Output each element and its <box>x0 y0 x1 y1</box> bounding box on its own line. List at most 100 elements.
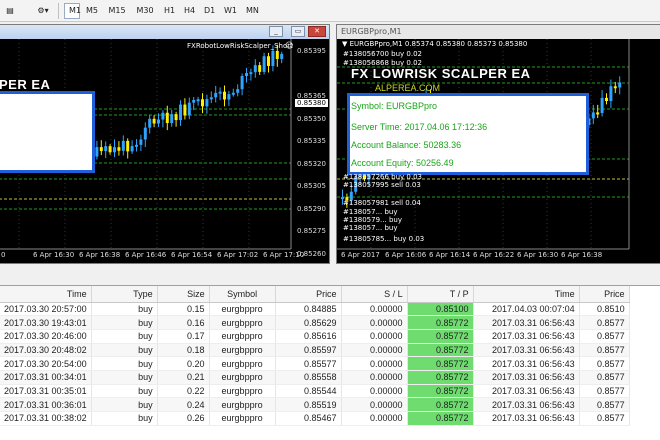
maximize-button[interactable]: ▭ <box>291 26 305 37</box>
candle-body <box>600 97 604 113</box>
template-dropdown-icon[interactable]: ⚙▾ <box>34 3 52 19</box>
candle-body <box>165 112 169 124</box>
table-cell: buy <box>91 343 158 358</box>
ea-title-right: FX LOWRISK SCALPER EA <box>351 66 531 81</box>
column-header-time[interactable]: Time <box>473 286 580 303</box>
table-row[interactable]: 2017.03.31 00:36:01 buy 0.24 eurgbppro 0.855… <box>0 397 630 412</box>
table-cell: eurgbppro <box>209 329 276 344</box>
table-row[interactable]: 2017.03.31 00:38:02 buy 0.26 eurgbppro 0.854… <box>0 411 630 426</box>
table-cell: 2017.03.31 06:56:43 <box>473 343 580 358</box>
timeframe-m1[interactable]: M1 <box>64 3 81 19</box>
candle-body <box>262 56 266 72</box>
candle-body <box>271 50 275 66</box>
timeframe-w1[interactable]: W1 <box>220 3 240 19</box>
candle-body <box>121 140 125 151</box>
chart-type-icon[interactable]: ▤ <box>2 3 18 19</box>
time-scale-label: 6 Apr 16:30 <box>33 251 75 259</box>
table-row[interactable]: 2017.03.30 20:48:02 buy 0.18 eurgbppro 0.855… <box>0 343 630 358</box>
table-cell: 0.8577 <box>579 370 630 385</box>
table-cell: eurgbppro <box>209 315 276 330</box>
time-scale-label: 6 Apr 17:02 <box>217 251 259 259</box>
column-header-type[interactable]: Type <box>91 286 158 303</box>
price-scale-label: 0.85335 <box>297 137 326 145</box>
table-cell: 0.24 <box>157 397 210 412</box>
timeframe-h1[interactable]: H1 <box>160 3 178 19</box>
price-scale-label: 0.85290 <box>297 204 326 213</box>
time-scale-label: 6 Apr 16:38 <box>561 251 603 259</box>
timeframe-h4[interactable]: H4 <box>180 3 198 19</box>
table-cell: 0.85544 <box>275 384 342 399</box>
chart-plot-left[interactable]: FXRobotLowRiskScalper_Short ☺ PER EA 0.8… <box>0 39 329 263</box>
timeframe-mn[interactable]: MN <box>242 3 262 19</box>
column-header-price[interactable]: Price <box>275 286 342 303</box>
table-cell: 2017.03.30 20:54:00 <box>0 356 92 371</box>
table-cell: 0.85616 <box>275 329 342 344</box>
table-cell: 0.15 <box>157 302 210 317</box>
table-cell: 0.85772 <box>407 411 474 426</box>
table-cell: 0.00000 <box>341 397 408 412</box>
table-row[interactable]: 2017.03.31 00:35:01 buy 0.22 eurgbppro 0.855… <box>0 384 630 399</box>
table-cell: 0.8577 <box>579 356 630 371</box>
table-cell: 0.00000 <box>341 356 408 371</box>
table-row[interactable]: 2017.03.30 20:54:00 buy 0.20 eurgbppro 0.855… <box>0 356 630 371</box>
ea-url: ALPEREA.COM <box>375 83 441 93</box>
ea-server-time-line: Server Time: 2017.04.06 17:12:36 <box>351 122 488 132</box>
timeframe-d1[interactable]: D1 <box>200 3 218 19</box>
candle-body <box>605 97 608 102</box>
table-cell: 0.85772 <box>407 397 474 412</box>
table-cell: 0.85772 <box>407 329 474 344</box>
candle-body <box>179 104 182 121</box>
column-header-sl[interactable]: S / L <box>341 286 408 303</box>
candle-body <box>258 65 262 72</box>
table-cell: eurgbppro <box>209 411 276 426</box>
chart-window-left[interactable]: _ ▭ ✕ FXRobotLowRiskScalper_Short ☺ PER … <box>0 24 330 264</box>
candle-body <box>152 118 156 124</box>
column-header-tp[interactable]: T / P <box>407 286 474 303</box>
candle-body <box>157 119 160 124</box>
table-cell: 0.00000 <box>341 315 408 330</box>
candle-body <box>209 97 213 100</box>
table-cell: 0.85772 <box>407 356 474 371</box>
table-cell: 0.00000 <box>341 329 408 344</box>
column-header-time[interactable]: Time <box>0 286 92 303</box>
column-header-symbol[interactable]: Symbol <box>209 286 276 303</box>
time-scale-label: 6 Apr 16:14 <box>429 251 471 259</box>
candle-body <box>187 102 191 116</box>
candle-body <box>183 104 187 116</box>
chart-titlebar-right[interactable]: EURGBPpro,M1 <box>337 25 660 39</box>
table-cell: 0.85772 <box>407 343 474 358</box>
candle-body <box>267 56 270 66</box>
timeframe-m30[interactable]: M30 <box>132 3 158 19</box>
table-cell: 0.85597 <box>275 343 342 358</box>
timeframe-m5[interactable]: M5 <box>82 3 102 19</box>
time-scale-label: 6 Apr 16:38 <box>79 251 121 259</box>
table-row[interactable]: 2017.03.31 00:34:01 buy 0.21 eurgbppro 0.855… <box>0 370 630 385</box>
price-scale-label: 0.85395 <box>297 47 326 55</box>
timeframe-m15[interactable]: M15 <box>104 3 130 19</box>
table-cell: 0.85772 <box>407 370 474 385</box>
minimize-button[interactable]: _ <box>269 26 283 37</box>
candle-body <box>148 118 152 128</box>
chart-plot-right[interactable]: ▼ EURGBPpro,M1 0.85374 0.85380 0.85373 0… <box>337 39 660 263</box>
candle-body <box>275 50 279 59</box>
time-scale-label: 6 Apr 16:54 <box>171 251 213 259</box>
column-header-price[interactable]: Price <box>579 286 630 303</box>
toolbar: ▤ ⚙▾ M1 M5 M15 M30 H1 H4 D1 W1 MN <box>0 0 660 22</box>
table-cell: 0.8577 <box>579 397 630 412</box>
table-cell: buy <box>91 384 158 399</box>
table-cell: 0.16 <box>157 315 210 330</box>
table-row[interactable]: 2017.03.30 20:46:00 buy 0.17 eurgbppro 0.856… <box>0 329 630 344</box>
trade-label: #138057266 buy 0.03 <box>343 173 423 181</box>
table-cell: buy <box>91 397 158 412</box>
chart-window-right[interactable]: EURGBPpro,M1 ▼ EURGBPpro,M1 0.85374 0.85… <box>336 24 660 264</box>
column-header-size[interactable]: Size <box>157 286 210 303</box>
table-cell: 0.8577 <box>579 411 630 426</box>
table-row[interactable]: 2017.03.30 20:57:00 buy 0.15 eurgbppro 0.848… <box>0 302 630 317</box>
table-cell: 0.18 <box>157 343 210 358</box>
trade-label: #138057995 sell 0.03 <box>343 181 421 189</box>
table-row[interactable]: 2017.03.30 19:43:01 buy 0.16 eurgbppro 0.856… <box>0 315 630 330</box>
table-cell: 0.85467 <box>275 411 342 426</box>
time-scale-label: 0 <box>1 251 6 259</box>
table-cell: 2017.03.30 20:57:00 <box>0 302 92 317</box>
close-button[interactable]: ✕ <box>308 26 326 37</box>
